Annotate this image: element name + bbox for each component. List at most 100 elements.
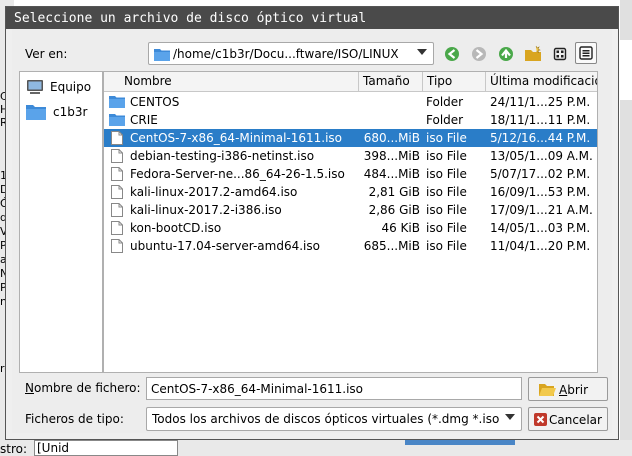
file-icon bbox=[111, 167, 126, 181]
sidebar-item-label: c1b3r bbox=[53, 105, 88, 119]
file-chooser-dialog: Seleccione un archivo de disco óptico vi… bbox=[5, 6, 619, 440]
file-type: iso File bbox=[426, 185, 467, 199]
cancel-button-label: Cancelar bbox=[549, 413, 602, 427]
file-modified: 18/11/1...11 P.M. bbox=[490, 113, 591, 127]
dialog-body: Ver en: /home/c1b3r/Docu...ftware/ISO/LI… bbox=[12, 29, 612, 433]
close-icon bbox=[534, 413, 547, 426]
folder-open-icon bbox=[539, 384, 556, 396]
file-type: iso File bbox=[426, 167, 467, 181]
folder-icon bbox=[109, 95, 125, 108]
file-row[interactable]: CENTOS Folder 24/11/1...25 P.M. bbox=[104, 93, 597, 111]
file-modified: 17/09/1...21 A.M. bbox=[490, 203, 593, 217]
filename-input[interactable]: CentOS-7-x86_64-Minimal-1611.iso bbox=[146, 377, 522, 400]
detail-view-button[interactable] bbox=[575, 42, 597, 64]
file-name: Fedora-Server-ne...86_64-26-1.5.iso bbox=[130, 167, 345, 181]
arrow-right-icon bbox=[472, 47, 486, 61]
file-name: CENTOS bbox=[130, 95, 180, 109]
file-type: iso File bbox=[426, 203, 467, 217]
file-name: CRIE bbox=[130, 113, 158, 127]
filename-label: Nombre de fichero: bbox=[25, 381, 141, 395]
file-row[interactable]: kon-bootCD.iso 46 KiB iso File 14/05/1...03… bbox=[104, 219, 597, 237]
dialog-title: Seleccione un archivo de disco óptico vi… bbox=[14, 11, 367, 26]
dialog-titlebar[interactable]: Seleccione un archivo de disco óptico vi… bbox=[6, 7, 618, 29]
file-row[interactable]: CentOS-7-x86_64-Minimal-1611.iso 680...Mi… bbox=[104, 129, 597, 147]
file-size: 680...MiB bbox=[363, 131, 420, 145]
places-sidebar: Equipo c1b3r bbox=[19, 71, 103, 373]
sidebar-item-label: Equipo bbox=[50, 80, 92, 94]
file-icon bbox=[111, 185, 126, 199]
new-folder-icon bbox=[525, 45, 541, 61]
sidebar-item-c1b3r[interactable]: c1b3r bbox=[26, 102, 102, 122]
new-folder-button[interactable] bbox=[522, 43, 544, 65]
list-view-button[interactable] bbox=[549, 43, 571, 65]
back-button[interactable] bbox=[441, 43, 463, 65]
open-button-label: Abrir bbox=[559, 383, 589, 397]
file-type: iso File bbox=[426, 221, 467, 235]
file-modified: 24/11/1...25 P.M. bbox=[490, 95, 591, 109]
file-modified: 5/12/16...44 P.M. bbox=[490, 131, 591, 145]
file-type: iso File bbox=[426, 149, 467, 163]
chevron-down-icon bbox=[505, 414, 515, 420]
file-size: 2,81 GiB bbox=[368, 185, 420, 199]
file-icon bbox=[111, 239, 126, 253]
file-type: Folder bbox=[426, 95, 464, 109]
file-size: 484...MiB bbox=[363, 167, 420, 181]
up-folder-button[interactable] bbox=[495, 43, 517, 65]
look-in-label: Ver en: bbox=[25, 47, 68, 61]
file-icon bbox=[111, 221, 126, 235]
look-in-combobox[interactable]: /home/c1b3r/Docu...ftware/ISO/LINUX bbox=[148, 42, 434, 65]
file-modified: 14/05/1...03 P.M. bbox=[490, 221, 591, 235]
computer-icon bbox=[27, 80, 43, 94]
file-name: kon-bootCD.iso bbox=[130, 221, 222, 235]
file-row[interactable]: Fedora-Server-ne...86_64-26-1.5.iso 484..… bbox=[104, 165, 597, 183]
file-type: iso File bbox=[426, 131, 467, 145]
file-name: debian-testing-i386-netinst.iso bbox=[130, 149, 315, 163]
filetype-label: Ficheros de tipo: bbox=[25, 412, 124, 426]
file-row[interactable]: kali-linux-2017.2-amd64.iso 2,81 GiB iso F… bbox=[104, 183, 597, 201]
open-button[interactable]: Abrir bbox=[528, 377, 608, 401]
file-modified: 13/05/1...09 A.M. bbox=[490, 149, 593, 163]
arrow-left-icon bbox=[445, 47, 459, 61]
file-size: 398...MiB bbox=[363, 149, 420, 163]
column-header-modified[interactable]: Última modificación bbox=[486, 72, 597, 92]
file-type: iso File bbox=[426, 239, 467, 253]
sidebar-item-equipo[interactable]: Equipo bbox=[26, 77, 102, 97]
folder-icon bbox=[154, 47, 170, 64]
file-modified: 5/07/17...02 P.M. bbox=[490, 167, 591, 181]
file-type: Folder bbox=[426, 113, 464, 127]
chevron-down-icon bbox=[417, 49, 427, 55]
column-header-name[interactable]: Nombre bbox=[104, 72, 359, 92]
arrow-up-icon bbox=[499, 47, 513, 61]
file-name: ubuntu-17.04-server-amd64.iso bbox=[130, 239, 320, 253]
file-size: 46 KiB bbox=[381, 221, 420, 235]
column-header-size[interactable]: Tamaño bbox=[359, 72, 423, 92]
cancel-button[interactable]: Cancelar bbox=[528, 407, 608, 431]
file-modified: 11/04/1...20 P.M. bbox=[490, 239, 591, 253]
background-field: [Unid bbox=[34, 440, 178, 456]
column-header-type[interactable]: Tipo bbox=[423, 72, 486, 92]
look-in-path: /home/c1b3r/Docu...ftware/ISO/LINUX bbox=[173, 47, 399, 61]
file-modified: 16/09/1...53 P.M. bbox=[490, 185, 591, 199]
file-row[interactable]: debian-testing-i386-netinst.iso 398...MiB… bbox=[104, 147, 597, 165]
file-list: Nombre Tamaño Tipo Última modificación C… bbox=[103, 71, 598, 373]
file-row[interactable]: ubuntu-17.04-server-amd64.iso 685...MiB is… bbox=[104, 237, 597, 255]
folder-icon bbox=[26, 105, 46, 120]
file-icon bbox=[111, 149, 126, 163]
file-name: kali-linux-2017.2-i386.iso bbox=[130, 203, 282, 217]
file-size: 2,86 GiB bbox=[368, 203, 420, 217]
file-icon bbox=[111, 131, 126, 145]
file-icon bbox=[111, 203, 126, 217]
folder-icon bbox=[109, 113, 125, 126]
filetype-combobox[interactable]: Todos los archivos de discos ópticos vir… bbox=[146, 407, 522, 431]
forward-button[interactable] bbox=[468, 43, 490, 65]
background-field-label: stro: bbox=[0, 442, 28, 456]
file-name: kali-linux-2017.2-amd64.iso bbox=[130, 185, 298, 199]
filename-input-value: CentOS-7-x86_64-Minimal-1611.iso bbox=[151, 382, 364, 396]
list-view-icon bbox=[553, 47, 567, 61]
file-row[interactable]: CRIE Folder 18/11/1...11 P.M. bbox=[104, 111, 597, 129]
detail-view-icon bbox=[579, 46, 593, 60]
file-size: 685...MiB bbox=[363, 239, 420, 253]
file-name: CentOS-7-x86_64-Minimal-1611.iso bbox=[130, 131, 343, 145]
filetype-value: Todos los archivos de discos ópticos vir… bbox=[152, 412, 500, 426]
file-row[interactable]: kali-linux-2017.2-i386.iso 2,86 GiB iso Fi… bbox=[104, 201, 597, 219]
